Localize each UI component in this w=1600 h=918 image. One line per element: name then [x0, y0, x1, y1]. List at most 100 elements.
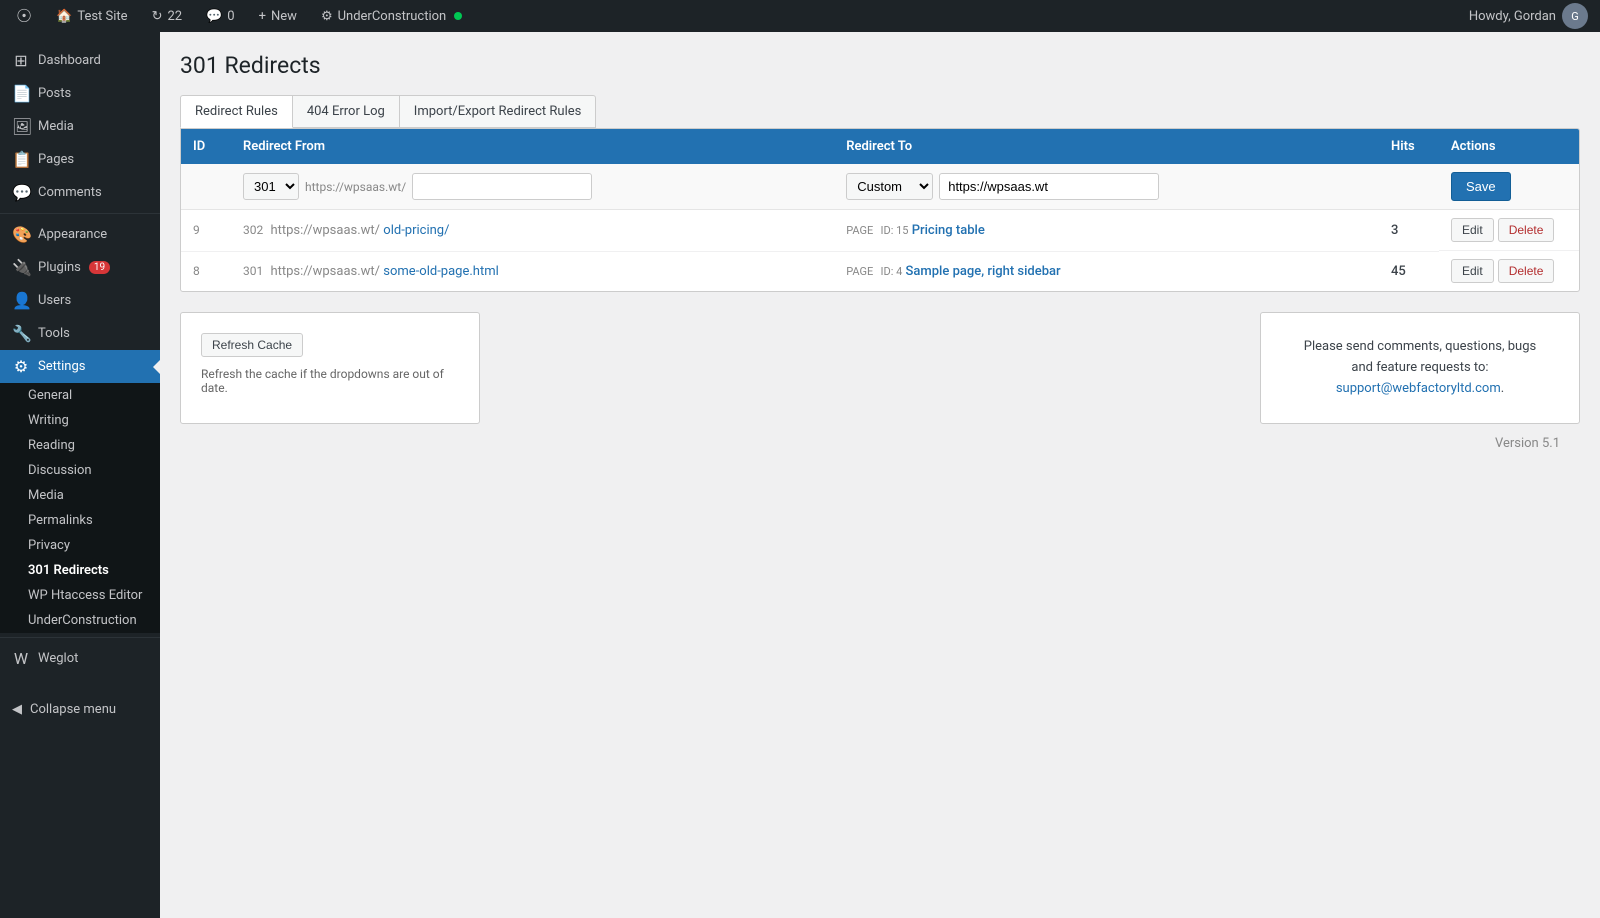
th-actions: Actions — [1439, 129, 1579, 164]
delete-button-8[interactable]: Delete — [1498, 259, 1555, 283]
cache-panel: Refresh Cache Refresh the cache if the d… — [180, 312, 480, 424]
users-icon: 👤 — [12, 291, 30, 310]
row-id-8: 8 — [181, 251, 231, 291]
sidebar-item-users[interactable]: 👤 Users — [0, 284, 160, 317]
save-button[interactable]: Save — [1451, 172, 1511, 201]
submenu-privacy[interactable]: Privacy — [0, 533, 160, 558]
submenu-301redirects[interactable]: 301 Redirects — [0, 558, 160, 583]
comments-icon: 💬 — [206, 9, 222, 24]
sidebar-item-weglot[interactable]: W Weglot — [0, 642, 160, 675]
adminbar-user: Howdy, Gordan G — [1469, 3, 1588, 29]
plus-icon: + — [259, 9, 266, 24]
submenu-underconstruction[interactable]: UnderConstruction — [0, 608, 160, 633]
tab-404-error-log[interactable]: 404 Error Log — [292, 95, 400, 128]
tab-content: ID Redirect From Redirect To Hits Action… — [180, 128, 1580, 292]
sidebar-item-dashboard[interactable]: ⊞ Dashboard — [0, 44, 160, 77]
new-label: New — [271, 9, 297, 24]
submenu-discussion[interactable]: Discussion — [0, 458, 160, 483]
tab-import-export[interactable]: Import/Export Redirect Rules — [399, 95, 597, 128]
sidebar-label-appearance: Appearance — [38, 227, 107, 242]
row-to-9: PAGE ID: 15 Pricing table — [834, 210, 1379, 252]
dashboard-icon: ⊞ — [12, 51, 30, 70]
sidebar-item-plugins[interactable]: 🔌 Plugins 19 — [0, 251, 160, 284]
sidebar-item-comments[interactable]: 💬 Comments — [0, 176, 160, 209]
submenu-media[interactable]: Media — [0, 483, 160, 508]
plugins-badge: 19 — [89, 261, 110, 274]
table-row: 9 302 https://wpsaas.wt/ old-pricing/ PA… — [181, 210, 1579, 252]
th-redirect-to: Redirect To — [834, 129, 1379, 164]
collapse-icon: ◀ — [12, 702, 22, 717]
update-count: 22 — [167, 9, 182, 24]
adminbar-comments[interactable]: 💬 0 — [202, 0, 239, 32]
adminbar-updates[interactable]: ↻ 22 — [148, 0, 187, 32]
from-path-input[interactable] — [412, 173, 592, 200]
weglot-icon: W — [12, 649, 30, 668]
plugin-name: UnderConstruction — [338, 9, 447, 24]
sidebar-item-settings[interactable]: ⚙ Settings — [0, 350, 160, 383]
comment-count: 0 — [227, 9, 234, 24]
from-domain-label: https://wpsaas.wt/ — [305, 180, 406, 194]
site-icon: 🏠 — [56, 9, 72, 24]
row-id-9: 9 — [181, 210, 231, 252]
add-row: 301 302 303 307 https://wpsaas.wt/ — [181, 164, 1579, 210]
sidebar-label-settings: Settings — [38, 359, 85, 374]
site-name: Test Site — [77, 9, 127, 24]
collapse-menu[interactable]: ◀ Collapse menu — [0, 695, 160, 724]
main-content: 301 Redirects Redirect Rules 404 Error L… — [160, 32, 1600, 918]
settings-icon: ⚙ — [12, 357, 30, 376]
row-to-8: PAGE ID: 4 Sample page, right sidebar — [834, 251, 1379, 291]
support-email[interactable]: support@webfactoryltd.com — [1336, 381, 1501, 396]
support-text: Please send comments, questions, bugs an… — [1285, 337, 1555, 399]
to-url-input[interactable] — [939, 173, 1159, 200]
tabs: Redirect Rules 404 Error Log Import/Expo… — [180, 95, 1580, 128]
submenu-general[interactable]: General — [0, 383, 160, 408]
sidebar-item-media[interactable]: 🖼 Media — [0, 110, 160, 143]
footer: Version 5.1 — [180, 424, 1580, 463]
user-avatar: G — [1562, 3, 1588, 29]
sidebar: ⊞ Dashboard 📄 Posts 🖼 Media 📋 Pages 💬 Co… — [0, 32, 160, 918]
edit-button-8[interactable]: Edit — [1451, 259, 1494, 283]
th-id: ID — [181, 129, 231, 164]
sidebar-label-plugins: Plugins — [38, 260, 81, 275]
refresh-cache-button[interactable]: Refresh Cache — [201, 333, 303, 357]
edit-button-9[interactable]: Edit — [1451, 218, 1494, 242]
add-row-actions-cell: Save — [1439, 164, 1579, 210]
sidebar-item-appearance[interactable]: 🎨 Appearance — [0, 218, 160, 251]
row-hits-8: 45 — [1379, 251, 1439, 291]
from-path-8[interactable]: some-old-page.html — [383, 264, 498, 279]
media-icon: 🖼 — [12, 117, 30, 136]
plugins-icon: 🔌 — [12, 258, 30, 277]
adminbar-wp-logo[interactable]: ☉ — [12, 0, 36, 32]
sidebar-label-dashboard: Dashboard — [38, 53, 101, 68]
code-select[interactable]: 301 302 303 307 — [243, 173, 299, 200]
row-from-9: 302 https://wpsaas.wt/ old-pricing/ — [231, 210, 834, 252]
tab-redirect-rules[interactable]: Redirect Rules — [180, 95, 293, 128]
row-from-8: 301 https://wpsaas.wt/ some-old-page.htm… — [231, 251, 834, 291]
plugin-status-dot — [454, 12, 462, 20]
sidebar-item-pages[interactable]: 📋 Pages — [0, 143, 160, 176]
type-select[interactable]: Custom Page Post Category — [846, 173, 933, 200]
row-actions-9: Edit Delete — [1439, 210, 1579, 251]
adminbar-plugin[interactable]: ⚙ UnderConstruction — [317, 0, 466, 32]
sidebar-label-weglot: Weglot — [38, 651, 78, 666]
add-row-hits-cell — [1379, 164, 1439, 210]
submenu-wphtaccess[interactable]: WP Htaccess Editor — [0, 583, 160, 608]
page-title: 301 Redirects — [180, 52, 1580, 79]
delete-button-9[interactable]: Delete — [1498, 218, 1555, 242]
th-redirect-from: Redirect From — [231, 129, 834, 164]
posts-icon: 📄 — [12, 84, 30, 103]
settings-submenu: General Writing Reading Discussion Media… — [0, 383, 160, 633]
admin-bar: ☉ 🏠 Test Site ↻ 22 💬 0 + New ⚙ UnderCons… — [0, 0, 1600, 32]
bottom-panels: Refresh Cache Refresh the cache if the d… — [180, 312, 1580, 424]
submenu-writing[interactable]: Writing — [0, 408, 160, 433]
from-path-9[interactable]: old-pricing/ — [383, 223, 449, 238]
sidebar-item-posts[interactable]: 📄 Posts — [0, 77, 160, 110]
add-row-from-cell: 301 302 303 307 https://wpsaas.wt/ — [231, 164, 834, 210]
sidebar-item-tools[interactable]: 🔧 Tools — [0, 317, 160, 350]
submenu-permalinks[interactable]: Permalinks — [0, 508, 160, 533]
adminbar-new[interactable]: + New — [255, 0, 301, 32]
adminbar-site[interactable]: 🏠 Test Site — [52, 0, 131, 32]
version-text: Version 5.1 — [1495, 436, 1560, 451]
submenu-reading[interactable]: Reading — [0, 433, 160, 458]
row-hits-9: 3 — [1379, 210, 1439, 252]
